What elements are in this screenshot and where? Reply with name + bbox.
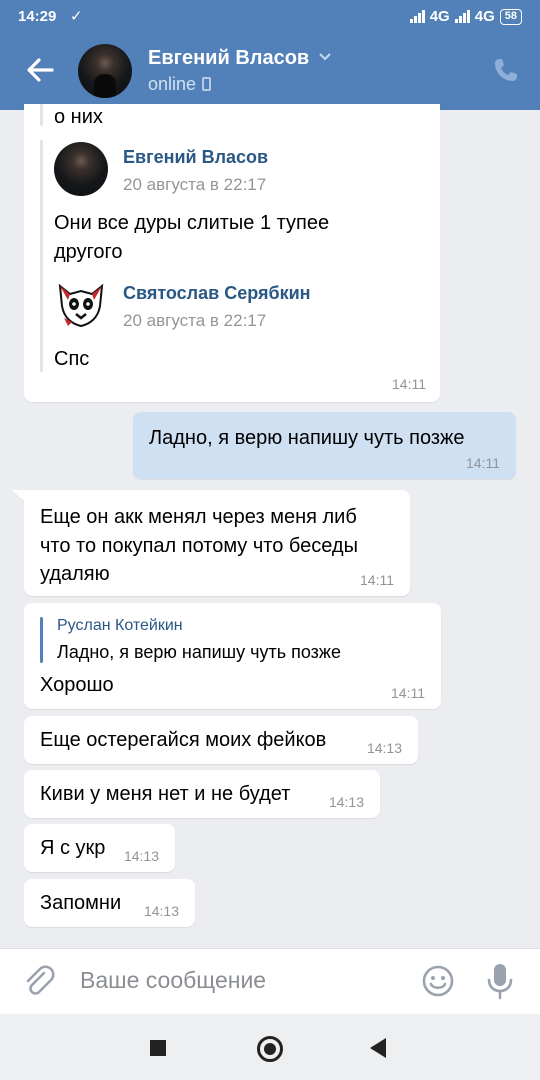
- message-time: 14:13: [328, 794, 364, 810]
- mobile-icon: [202, 77, 212, 91]
- chevron-down-icon[interactable]: [318, 50, 332, 64]
- message-text: что то покупал потому что беседы: [40, 535, 358, 557]
- message-time: 14:11: [466, 455, 500, 471]
- network-type: 4G: [429, 8, 450, 25]
- avatar[interactable]: [54, 142, 108, 196]
- message-text: Запомни: [40, 892, 122, 914]
- message-time: 14:13: [123, 848, 159, 864]
- network-type: 4G: [474, 8, 495, 25]
- panda-logo-icon[interactable]: [54, 278, 108, 332]
- message-bubble[interactable]: Еще остерегайся моих фейков 14:13: [24, 716, 418, 764]
- message-bubble-outgoing[interactable]: Ладно, я верю напишу чуть позже 14:11: [133, 412, 516, 479]
- status-indicators: 4G 4G 58: [409, 8, 522, 25]
- contact-name[interactable]: Евгений Власов: [148, 47, 309, 70]
- microphone-icon[interactable]: [484, 961, 516, 1001]
- signal-icon: [454, 10, 470, 23]
- message-text: Спс: [54, 348, 90, 370]
- message-text: Они все дуры слитые 1 тупее: [54, 212, 330, 234]
- phone-icon[interactable]: [492, 56, 520, 84]
- emoji-icon[interactable]: [420, 963, 456, 999]
- message-input[interactable]: Ваше сообщение: [80, 967, 266, 994]
- status-bar: 14:29 ✓ 4G 4G 58: [0, 0, 540, 34]
- message-composer: Ваше сообщение: [0, 948, 540, 1014]
- forward-date: 20 августа в 22:17: [123, 311, 267, 330]
- signal-icon: [409, 10, 425, 23]
- message-time: 14:11: [391, 685, 425, 701]
- message-text: удаляю: [40, 563, 110, 585]
- reply-text: Ладно, я верю напишу чуть позже: [57, 642, 341, 662]
- chat-header: 14:29 ✓ 4G 4G 58 Евгений Власов online: [0, 0, 540, 110]
- status-time: 14:29: [18, 8, 57, 25]
- message-text: Хорошо: [40, 674, 114, 696]
- message-bubble[interactable]: Еще он акк менял через меня либ что то п…: [24, 490, 410, 596]
- battery-icon: 58: [499, 8, 522, 25]
- message-text: другого: [54, 241, 123, 263]
- message-time: 14:13: [366, 740, 402, 756]
- forward-author[interactable]: Евгений Власов: [123, 147, 268, 168]
- forward-author[interactable]: Святослав Серябкин: [123, 283, 311, 304]
- message-bubble[interactable]: Я с укр 14:13: [24, 824, 175, 872]
- check-icon: ✓: [70, 8, 83, 25]
- message-text: Киви у меня нет и не будет: [40, 783, 291, 805]
- message-text: Ладно, я верю напишу чуть позже: [149, 427, 465, 449]
- message-text: Я с укр: [40, 837, 106, 859]
- forward-line: [40, 104, 43, 126]
- forward-line: [40, 140, 43, 372]
- status-text: online: [148, 74, 197, 94]
- contact-status: online: [148, 74, 212, 95]
- reply-line: [40, 617, 43, 663]
- nav-back-icon[interactable]: [370, 1038, 386, 1058]
- recents-icon[interactable]: [150, 1040, 166, 1056]
- message-bubble[interactable]: о них Евгений Власов 20 августа в 22:17 …: [24, 104, 440, 402]
- back-arrow-icon[interactable]: [22, 52, 58, 88]
- message-text: Еще он акк менял через меня либ: [40, 506, 357, 528]
- message-text: Еще остерегайся моих фейков: [40, 729, 327, 751]
- message-time: 14:13: [143, 903, 179, 919]
- reply-author[interactable]: Руслан Котейкин: [57, 617, 183, 635]
- avatar[interactable]: [78, 44, 132, 98]
- forward-date: 20 августа в 22:17: [123, 175, 267, 194]
- message-time: 14:11: [360, 572, 394, 588]
- message-bubble[interactable]: Киви у меня нет и не будет 14:13: [24, 770, 380, 818]
- message-bubble[interactable]: Руслан Котейкин Ладно, я верю напишу чут…: [24, 603, 441, 709]
- system-nav-bar: [0, 1014, 540, 1080]
- message-time: 14:11: [392, 376, 426, 392]
- message-bubble[interactable]: Запомни 14:13: [24, 879, 195, 927]
- paperclip-icon[interactable]: [20, 963, 56, 999]
- home-icon[interactable]: [257, 1036, 283, 1062]
- message-text: о них: [54, 106, 103, 128]
